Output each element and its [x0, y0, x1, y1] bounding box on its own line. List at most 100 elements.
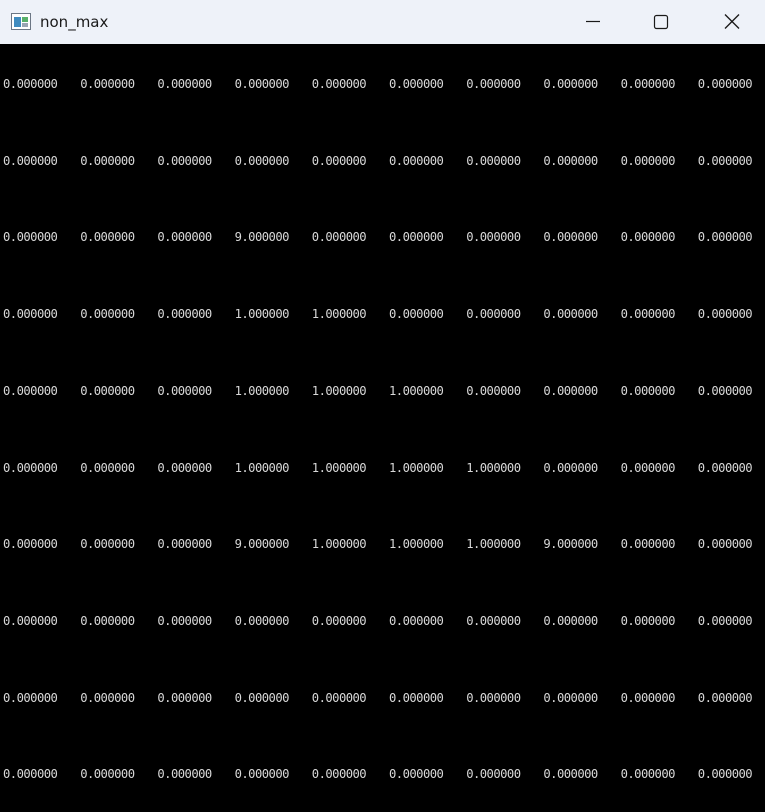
- matrix-cell: 0.000000: [311, 767, 367, 782]
- matrix-cell: 0.000000: [80, 153, 135, 168]
- matrix-cell: 0.000000: [80, 537, 135, 552]
- matrix-cell: 0.000000: [80, 460, 135, 475]
- matrix-cell: 0.000000: [543, 460, 598, 475]
- matrix-cell: 0.000000: [80, 613, 135, 628]
- matrix-cell: 0.000000: [697, 230, 753, 245]
- matrix-cell: 0.000000: [697, 613, 753, 628]
- matrix-cell: 0.000000: [543, 230, 598, 245]
- title-bar[interactable]: non_max: [0, 0, 765, 44]
- matrix-cell: 0.000000: [697, 153, 753, 168]
- matrix-cell: 1.000000: [311, 307, 367, 322]
- matrix-cell: 0.000000: [620, 307, 676, 322]
- matrix-cell: 0.000000: [157, 153, 212, 168]
- matrix-cell: 0.000000: [620, 460, 676, 475]
- matrix-cell: 1.000000: [389, 537, 444, 552]
- matrix-cell: 0.000000: [157, 460, 212, 475]
- matrix-cell: 1.000000: [311, 460, 367, 475]
- matrix-cell: 0.000000: [234, 613, 290, 628]
- matrix-cell: 0.000000: [543, 77, 598, 91]
- matrix-cell: 0.000000: [620, 613, 676, 628]
- matrix-cell: 0.000000: [697, 77, 753, 91]
- matrix-cell: 0.000000: [3, 230, 58, 245]
- matrix-cell: 0.000000: [466, 307, 521, 322]
- app-icon-panel-left: [14, 17, 21, 27]
- matrix-cell: 0.000000: [234, 77, 290, 91]
- matrix-cell: 0.000000: [543, 690, 598, 705]
- matrix-cell: 1.000000: [311, 383, 367, 398]
- window-title: non_max: [40, 13, 109, 31]
- matrix-cell: 0.000000: [466, 153, 521, 168]
- matrix-cell: 1.000000: [466, 460, 521, 475]
- matrix-cell: 0.000000: [543, 307, 598, 322]
- matrix-cell: 0.000000: [389, 613, 444, 628]
- matrix-cell: 0.000000: [620, 537, 676, 552]
- matrix-cell: 0.000000: [311, 230, 367, 245]
- close-button[interactable]: [709, 0, 755, 44]
- matrix-cell: 0.000000: [697, 767, 753, 782]
- maximize-button[interactable]: [638, 0, 684, 44]
- matrix-cell: 1.000000: [311, 537, 367, 552]
- matrix-cell: 0.000000: [80, 77, 135, 91]
- matrix-cell: 0.000000: [543, 153, 598, 168]
- matrix-cell: 0.000000: [3, 153, 58, 168]
- matrix-cell: 0.000000: [466, 230, 521, 245]
- matrix-cell: 1.000000: [389, 460, 444, 475]
- matrix-cell: 1.000000: [466, 537, 521, 552]
- matrix-cell: 0.000000: [466, 690, 521, 705]
- maximize-icon: [653, 14, 669, 30]
- matrix-cell: 0.000000: [3, 77, 58, 91]
- matrix-cell: 0.000000: [80, 767, 135, 782]
- matrix-cell: 0.000000: [311, 153, 367, 168]
- matrix-cell: 0.000000: [3, 460, 58, 475]
- close-icon: [724, 14, 740, 29]
- matrix-cell: 0.000000: [157, 230, 212, 245]
- matrix-cell: 0.000000: [620, 690, 676, 705]
- matrix-cell: 0.000000: [157, 307, 212, 322]
- matrix-cell: 0.000000: [157, 690, 212, 705]
- matrix-cell: 0.000000: [311, 613, 367, 628]
- matrix-cell: 1.000000: [234, 383, 290, 398]
- matrix-cell: 0.000000: [466, 383, 521, 398]
- matrix-cell: 9.000000: [234, 537, 290, 552]
- app-window: non_max 0.000000 0.000000 0.000000 0.000000…: [0, 0, 765, 812]
- matrix-cell: 0.000000: [466, 77, 521, 91]
- matrix-cell: 0.000000: [466, 767, 521, 782]
- matrix-cell: 0.000000: [234, 690, 290, 705]
- matrix-cell: 0.000000: [389, 230, 444, 245]
- matrix-cell: 0.000000: [620, 767, 676, 782]
- matrix-cell: 9.000000: [234, 230, 290, 245]
- matrix-cell: 0.000000: [234, 767, 290, 782]
- minimize-button[interactable]: [570, 0, 616, 44]
- matrix-cell: 0.000000: [3, 613, 58, 628]
- matrix-cell: 9.000000: [543, 537, 598, 552]
- matrix-cell: 0.000000: [80, 690, 135, 705]
- matrix-cell: 0.000000: [234, 153, 290, 168]
- matrix-cell: 0.000000: [697, 690, 753, 705]
- matrix-cell: 0.000000: [389, 77, 444, 91]
- matrix-cell: 0.000000: [543, 383, 598, 398]
- matrix-cell: 0.000000: [389, 307, 444, 322]
- matrix-cell: 0.000000: [157, 767, 212, 782]
- matrix-cell: 1.000000: [389, 383, 444, 398]
- matrix-cell: 0.000000: [389, 153, 444, 168]
- matrix-cell: 0.000000: [80, 230, 135, 245]
- matrix-cell: 0.000000: [80, 307, 135, 322]
- matrix-cell: 0.000000: [697, 307, 753, 322]
- matrix-cell: 0.000000: [697, 460, 753, 475]
- matrix-cell: 0.000000: [3, 383, 58, 398]
- matrix-cell: 0.000000: [3, 690, 58, 705]
- matrix-cell: 0.000000: [157, 383, 212, 398]
- matrix-cell: 0.000000: [543, 613, 598, 628]
- matrix-cell: 0.000000: [620, 153, 676, 168]
- matrix-cell: 0.000000: [157, 613, 212, 628]
- matrix-cell: 0.000000: [157, 77, 212, 91]
- matrix-cell: 0.000000: [620, 77, 676, 91]
- matrix-cell: 0.000000: [311, 690, 367, 705]
- matrix-cell: 1.000000: [234, 460, 290, 475]
- matrix-cell: 0.000000: [311, 77, 367, 91]
- app-icon-panel-top-right: [22, 17, 28, 22]
- matrix-cell: 1.000000: [234, 307, 290, 322]
- matrix-cell: 0.000000: [620, 230, 676, 245]
- matrix-display: 0.000000 0.000000 0.000000 0.000000 0.000000…: [0, 44, 765, 812]
- app-icon-panel-bottom-right: [22, 23, 28, 27]
